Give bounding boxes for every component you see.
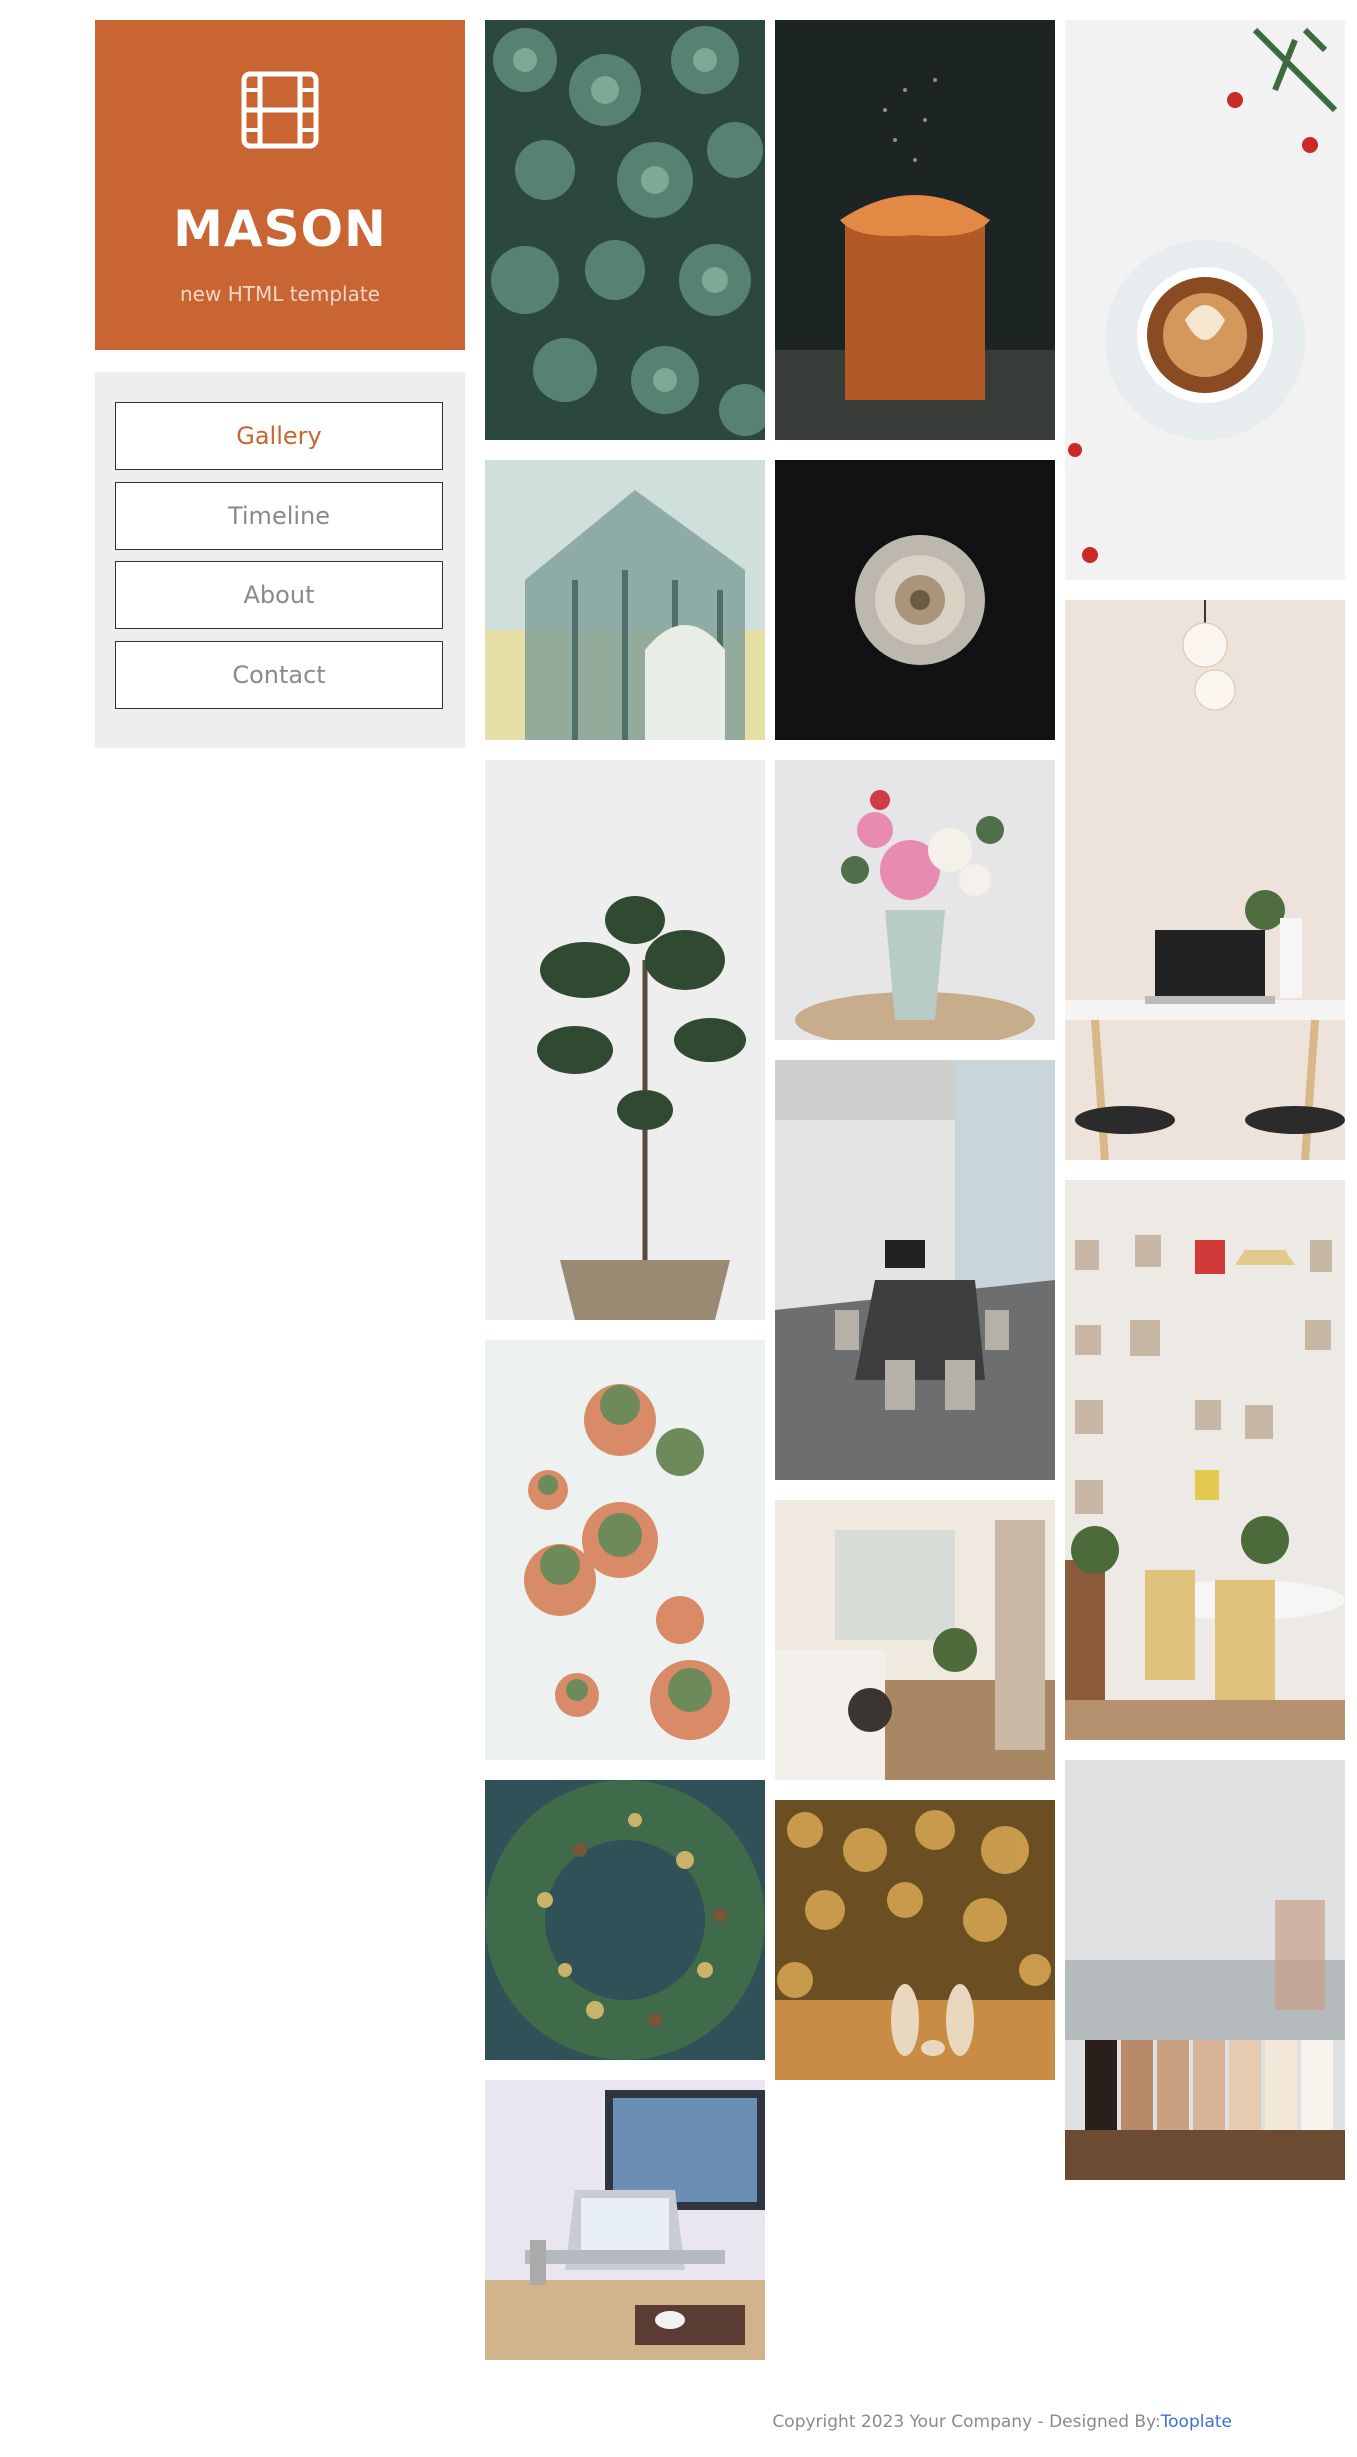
- potted-cacti-photo[interactable]: [485, 1340, 765, 1760]
- conference-room-photo[interactable]: [775, 1060, 1055, 1480]
- banknote-detail-photo[interactable]: [485, 460, 765, 740]
- brand-subtitle: new HTML template: [180, 282, 380, 306]
- nav-contact-button[interactable]: Contact: [115, 641, 443, 709]
- footer-tooplate-link[interactable]: Tooplate: [1161, 2412, 1232, 2432]
- coffee-jars-photo[interactable]: [1065, 1760, 1345, 2180]
- bokeh-figurines-photo[interactable]: [775, 1800, 1055, 2080]
- footer: Copyright 2023 Your Company - Designed B…: [0, 2412, 1232, 2432]
- wall-photos-dining-photo[interactable]: [1065, 1180, 1345, 1740]
- film-icon: [241, 71, 319, 149]
- coffee-cup-photo[interactable]: [1065, 20, 1345, 580]
- fiddle-leaf-plant-photo[interactable]: [485, 760, 765, 1320]
- footer-copyright: Copyright 2023 Your Company - Designed B…: [772, 2412, 1161, 2432]
- workspace-laptop-monitor-photo[interactable]: [485, 2080, 765, 2360]
- desk-laptop-photo[interactable]: [1065, 600, 1345, 1160]
- nav-gallery-button[interactable]: Gallery: [115, 402, 443, 470]
- flower-bouquet-photo[interactable]: [775, 760, 1055, 1040]
- nav-menu: Gallery Timeline About Contact: [95, 372, 465, 748]
- christmas-wreath-photo[interactable]: [485, 1780, 765, 2060]
- nav-about-button[interactable]: About: [115, 561, 443, 629]
- cake-photo[interactable]: [775, 20, 1055, 440]
- white-rose-photo[interactable]: [775, 460, 1055, 740]
- brand-block: MASON new HTML template: [95, 20, 465, 350]
- succulents-photo[interactable]: [485, 20, 765, 440]
- nav-timeline-button[interactable]: Timeline: [115, 482, 443, 550]
- brand-title: MASON: [173, 200, 387, 258]
- bedroom-interior-photo[interactable]: [775, 1500, 1055, 1780]
